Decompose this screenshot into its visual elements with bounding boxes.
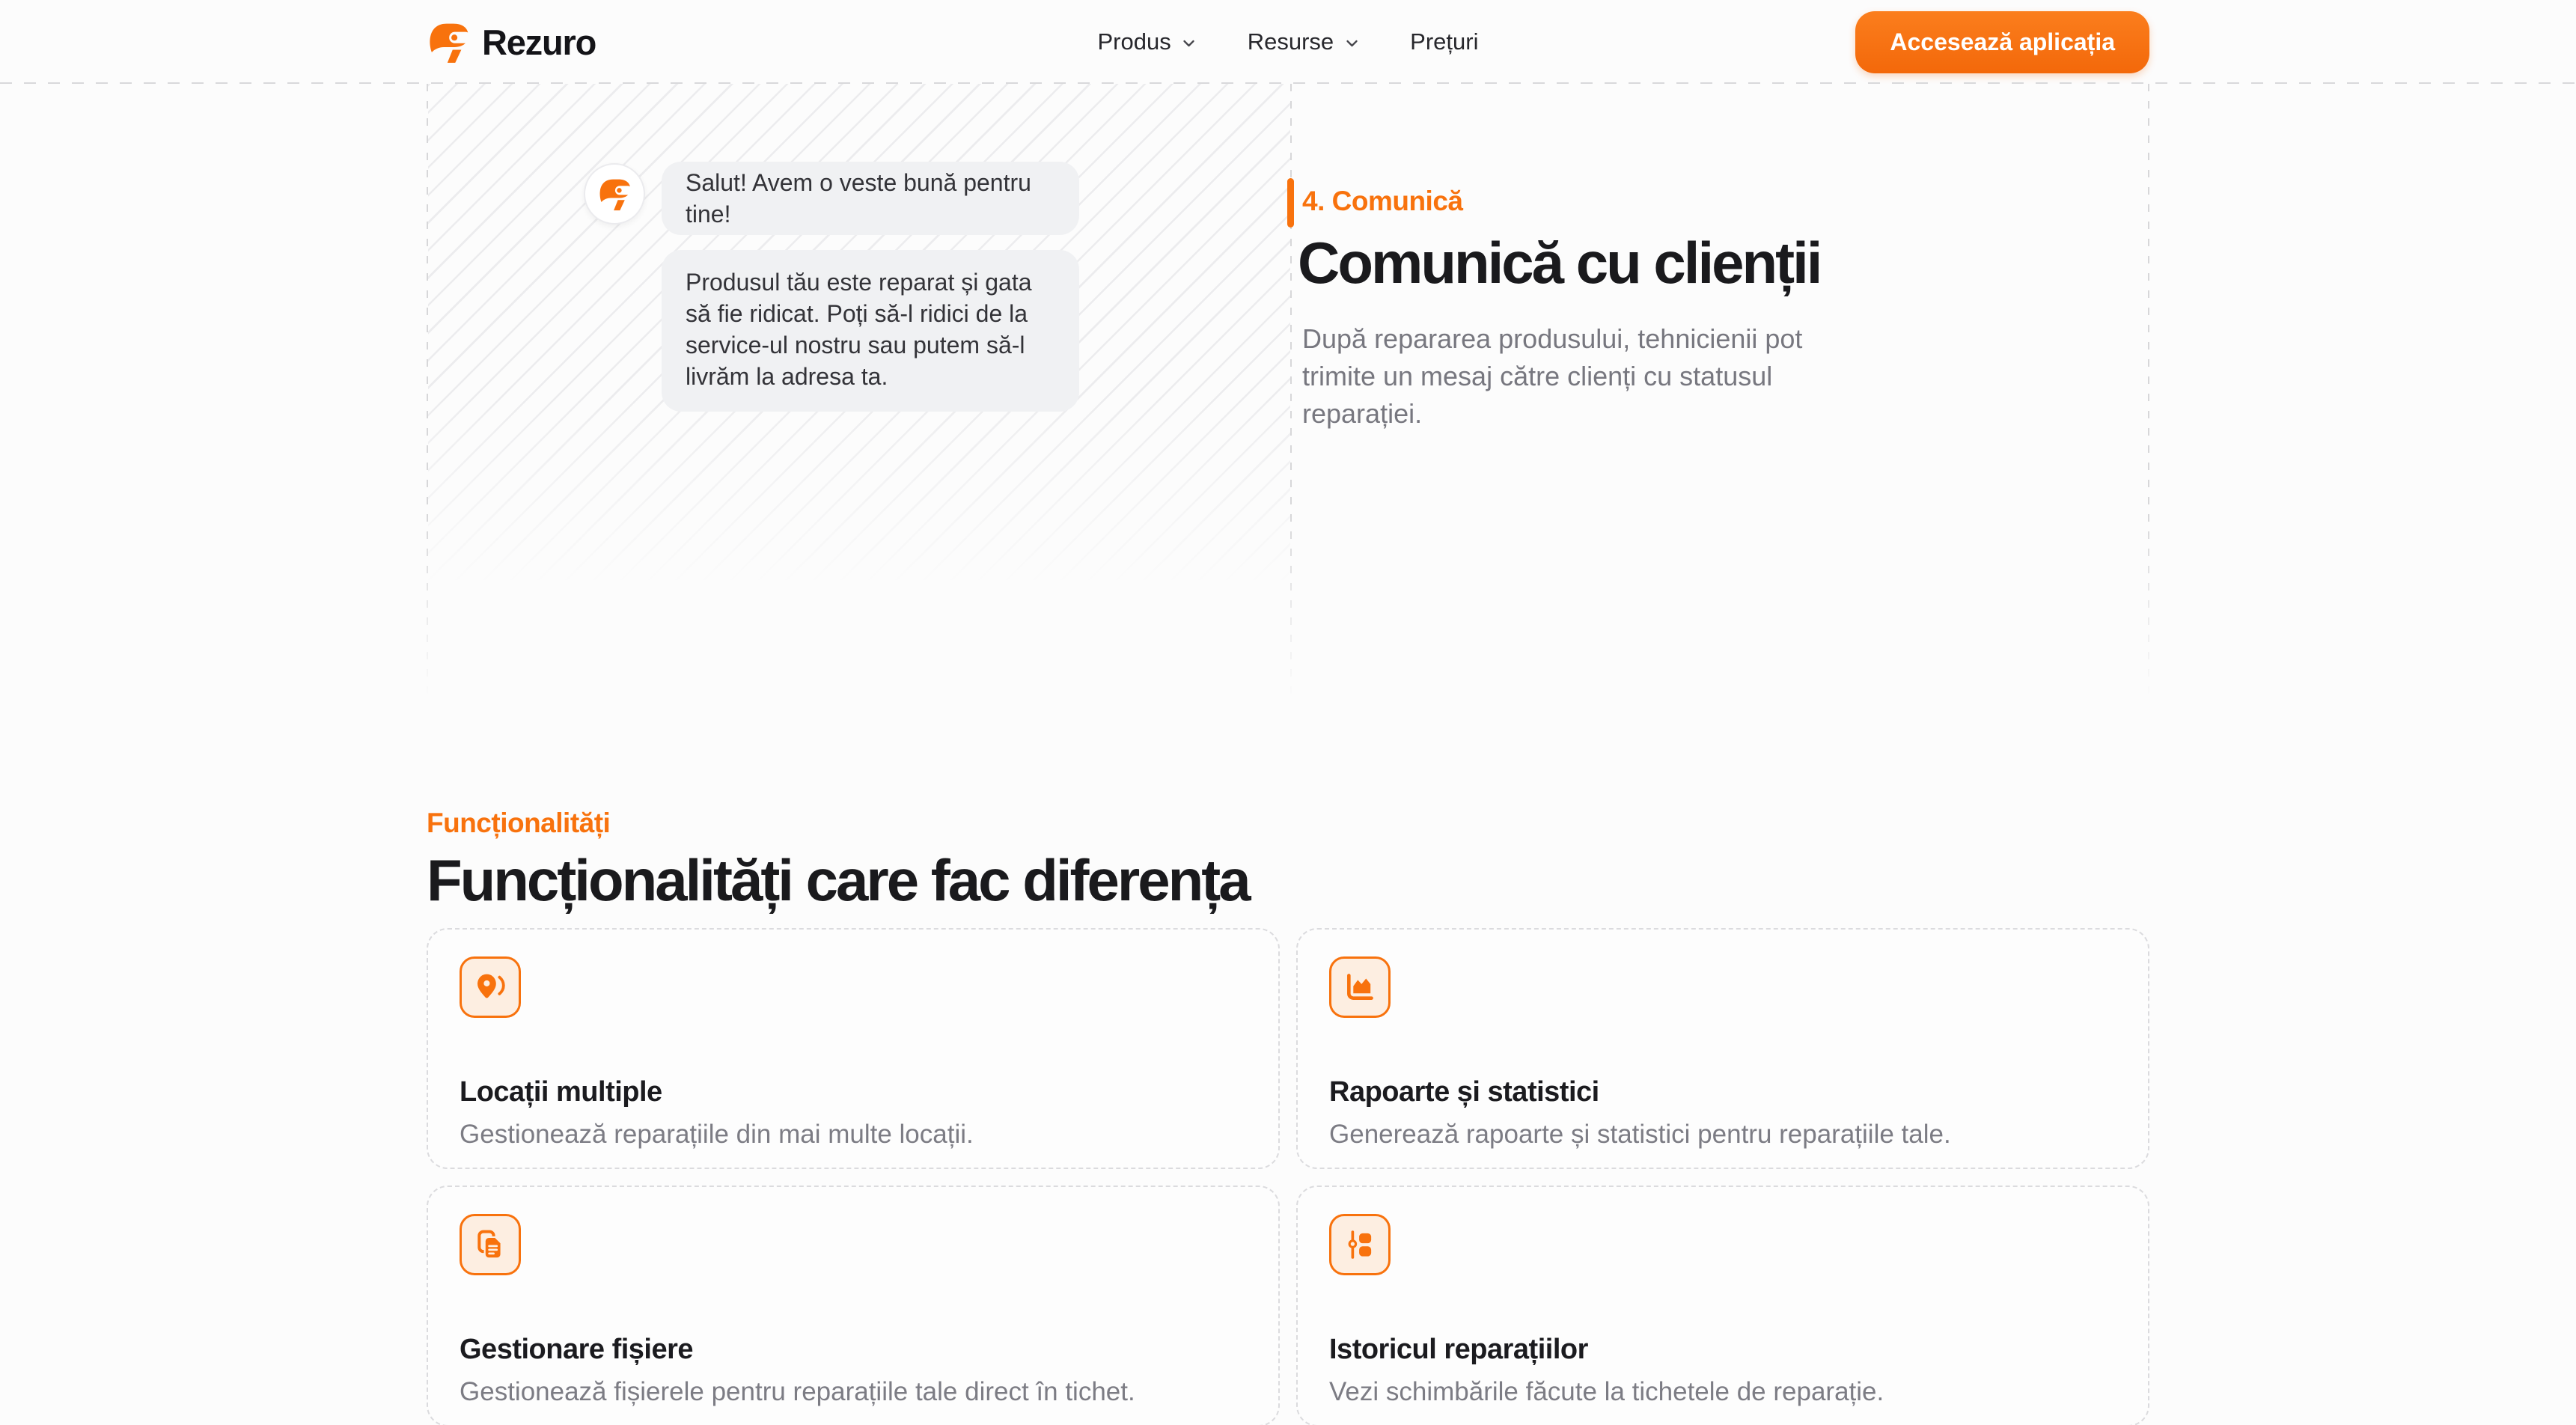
dashed-border-right [2148,84,2149,700]
feature-icon-box [1329,1214,1391,1275]
features-title: Funcționalități care fac diferența [427,846,2149,915]
feature-title: Istoricul reparațiilor [1329,1334,2116,1366]
feature-description: Gestionează reparațiile din mai multe lo… [460,1118,1247,1151]
dashed-divider-center [1290,84,1292,700]
nav-item-resurse-label: Resurse [1248,28,1334,55]
feature-title: Rapoarte și statistici [1329,1076,2116,1108]
feature-card-locatii-multiple: Locații multiple Gestionează reparațiile… [427,928,1280,1169]
chat-message-text: Produsul tău este reparat și gata să fie… [686,269,1032,390]
rezuro-logo-mark-icon [597,177,632,211]
section-title: Comunică cu clienții [1298,229,1820,297]
chat-message-bubble: Produsul tău este reparat și gata să fie… [662,250,1079,412]
feature-title: Locații multiple [460,1076,1247,1108]
main-nav: Produs Resurse Prețuri [1098,0,1479,84]
files-icon [474,1228,507,1261]
nav-item-resurse[interactable]: Resurse [1248,28,1361,55]
access-app-button[interactable]: Accesează aplicația [1855,11,2149,73]
chat-message-bubble: Salut! Avem o veste bună pentru tine! [662,162,1079,235]
step-label: 4. Comunică [1302,186,1463,217]
feature-icon-box [1329,956,1391,1018]
feature-card-istoricul-reparatiilor: Istoricul reparațiilor Vezi schimbările … [1296,1186,2149,1425]
step-communicate-section: Salut! Avem o veste bună pentru tine! Pr… [427,84,2149,700]
nav-item-preturi-label: Prețuri [1410,28,1478,55]
chevron-down-icon [1343,34,1361,52]
nav-item-produs[interactable]: Produs [1098,28,1198,55]
nav-item-produs-label: Produs [1098,28,1171,55]
section-description: După repararea produsului, tehnicienii p… [1302,320,1856,433]
repair-timeline-icon [1343,1228,1376,1261]
chat-message-text: Salut! Avem o veste bună pentru tine! [686,167,1055,230]
features-grid: Locații multiple Gestionează reparațiile… [427,928,2149,1425]
feature-description: Vezi schimbările făcute la tichetele de … [1329,1376,2116,1409]
features-eyebrow-label: Funcționalități [427,807,2149,840]
nav-item-preturi[interactable]: Prețuri [1410,28,1478,55]
step-accent-bar [1287,178,1294,228]
chart-area-icon [1343,971,1376,1004]
feature-icon-box [460,956,521,1018]
feature-icon-box [460,1214,521,1275]
brand-logo[interactable]: Rezuro [427,0,596,84]
feature-description: Generează rapoarte și statistici pentru … [1329,1118,2116,1151]
landing-page: Rezuro Produs Resurse Prețuri Accesează … [0,0,2576,1425]
brand-name: Rezuro [482,22,596,63]
chat-avatar [584,163,645,225]
map-pin-radius-icon [474,971,507,1004]
features-section: Funcționalități Funcționalități care fac… [427,807,2149,1425]
rezuro-logo-icon [427,20,470,64]
dashed-border-left [427,84,428,700]
feature-description: Gestionează fișierele pentru reparațiile… [460,1376,1247,1409]
chevron-down-icon [1180,34,1198,52]
feature-title: Gestionare fișiere [460,1334,1247,1366]
feature-card-gestionare-fisiere: Gestionare fișiere Gestionează fișierele… [427,1186,1280,1425]
top-navbar: Rezuro Produs Resurse Prețuri Accesează … [0,0,2576,84]
feature-card-rapoarte-statistici: Rapoarte și statistici Generează rapoart… [1296,928,2149,1169]
